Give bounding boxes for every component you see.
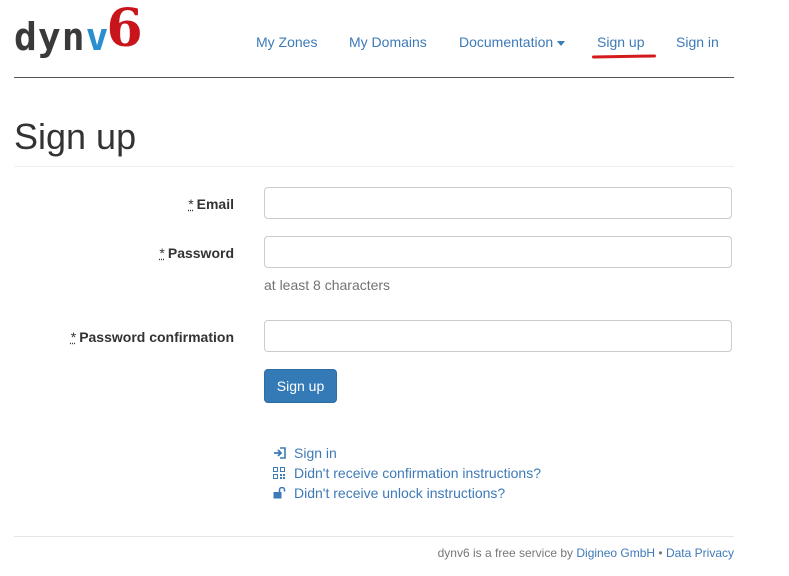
password-label: * Password [159, 245, 234, 261]
password-confirmation-label-text: Password confirmation [79, 329, 234, 345]
footer-divider [14, 536, 734, 537]
password-label-text: Password [167, 245, 234, 261]
footer-company-link[interactable]: Digineo GmbH [576, 546, 655, 560]
qrcode-icon [272, 466, 286, 480]
nav-documentation-label: Documentation [459, 34, 554, 50]
footer-separator: • [658, 546, 663, 560]
sign-up-button[interactable]: Sign up [264, 369, 337, 403]
link-row-sign-in: Sign in [272, 443, 541, 463]
required-mark: * [159, 245, 165, 261]
footer-privacy-link[interactable]: Data Privacy [666, 546, 734, 560]
confirmation-instructions-link[interactable]: Didn't receive confirmation instructions… [294, 465, 541, 481]
nav-sign-up[interactable]: Sign up [597, 34, 644, 50]
caret-down-icon [557, 40, 566, 46]
password-confirmation-label: * Password confirmation [71, 329, 234, 345]
nav-my-zones[interactable]: My Zones [256, 34, 317, 50]
required-mark: * [70, 329, 77, 345]
nav-sign-in[interactable]: Sign in [676, 34, 719, 50]
sign-in-link[interactable]: Sign in [294, 445, 337, 461]
link-row-confirmation: Didn't receive confirmation instructions… [272, 463, 541, 483]
required-mark: * [188, 196, 194, 212]
sign-in-icon [272, 446, 286, 460]
logo-text-dyn: dyn [14, 15, 86, 59]
password-confirmation-input[interactable] [264, 320, 732, 352]
email-input[interactable] [264, 187, 732, 219]
footer-text: dynv6 is a free service by [437, 546, 574, 560]
unlock-instructions-link[interactable]: Didn't receive unlock instructions? [294, 485, 505, 501]
email-label: * Email [188, 196, 234, 212]
header-divider [14, 77, 734, 78]
unlock-icon [272, 486, 286, 500]
page-title: Sign up [14, 116, 137, 157]
footer: dynv6 is a free service by Digineo GmbH … [438, 546, 734, 560]
nav-my-domains[interactable]: My Domains [349, 34, 427, 50]
active-underline-annotation [591, 54, 657, 59]
title-divider [14, 166, 734, 167]
logo-text-v: v [85, 15, 109, 59]
password-input[interactable] [264, 236, 732, 268]
logo[interactable]: dynv6 [14, 0, 143, 62]
email-label-text: Email [196, 196, 234, 212]
password-help-text: at least 8 characters [264, 277, 391, 293]
nav-documentation[interactable]: Documentation [459, 34, 566, 50]
logo-text-6: 6 [106, 0, 143, 59]
link-row-unlock: Didn't receive unlock instructions? [272, 483, 541, 503]
auth-links: Sign in Didn't receive confirmation inst… [272, 443, 541, 503]
